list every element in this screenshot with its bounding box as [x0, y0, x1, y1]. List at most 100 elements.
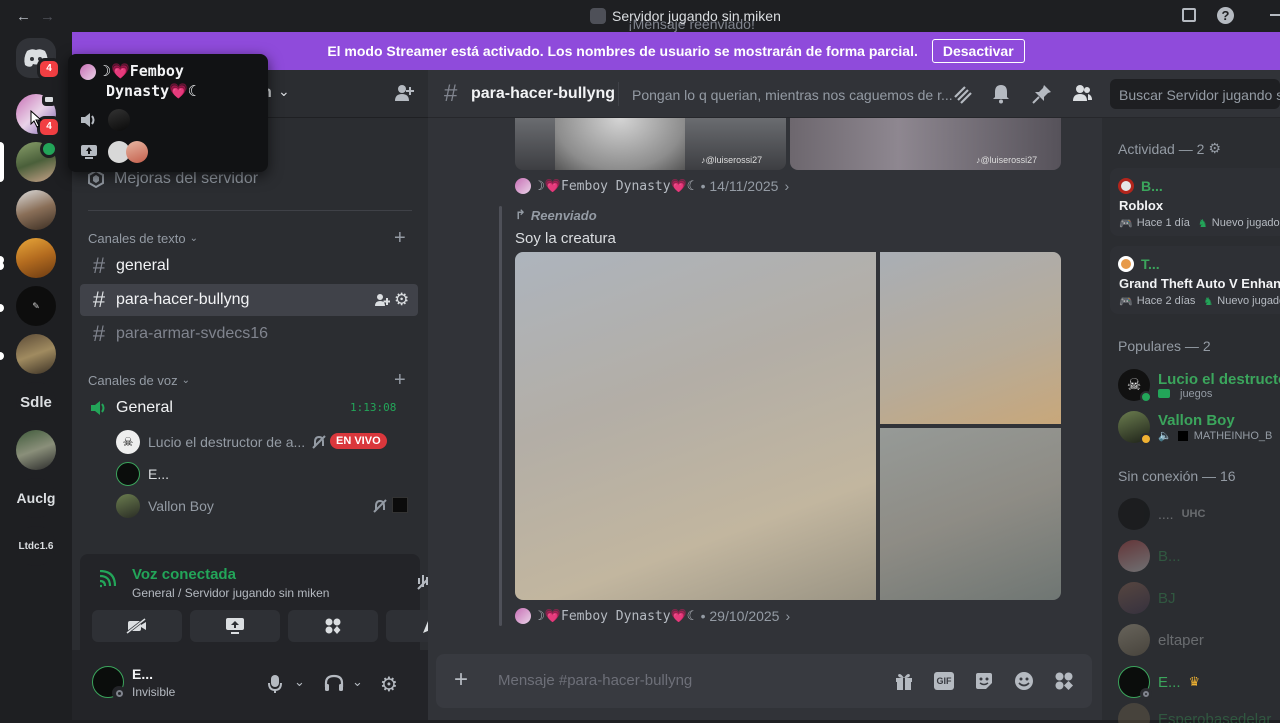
server-boosts-link[interactable]: Mejoras del servidor	[88, 170, 258, 188]
member-name: eltaper	[1158, 632, 1204, 649]
help-icon[interactable]: ?	[1217, 7, 1234, 24]
member-avatar	[1118, 666, 1150, 698]
member-row[interactable]: ☠ Lucio el destructor juegos	[1118, 364, 1280, 406]
toggle-camera-button[interactable]	[92, 610, 182, 642]
text-channels-category[interactable]: Canales de texto ⌄	[88, 231, 198, 246]
category-label: Canales de texto	[88, 231, 186, 246]
server-avatar-6[interactable]	[16, 334, 56, 374]
attachment-image-2[interactable]	[880, 252, 1061, 424]
forward-arrow-icon[interactable]: →	[40, 8, 55, 25]
invite-people-icon[interactable]	[394, 84, 414, 102]
gear-icon[interactable]: ⚙	[1208, 140, 1221, 157]
server-avatar-3[interactable]	[16, 190, 56, 230]
pinned-messages-icon[interactable]	[1032, 84, 1052, 104]
channel-header: # para-hacer-bullyng Pongan lo q querian…	[428, 70, 1280, 118]
member-row[interactable]: eltaper	[1118, 619, 1280, 661]
channel-para-armar-svdecs16[interactable]: # para-armar-svdecs16	[80, 318, 418, 350]
activity-card[interactable]: T... Grand Theft Auto V Enhanced 🎮Hace 2…	[1110, 246, 1280, 314]
channel-topic[interactable]: Pongan lo q querian, mientras nos caguem…	[632, 87, 953, 103]
inbox-icon[interactable]	[1182, 8, 1196, 22]
sticker-icon[interactable]	[974, 671, 994, 691]
threads-icon[interactable]	[952, 84, 972, 104]
user-settings-gear-icon[interactable]: ⚙	[380, 672, 398, 697]
apps-icon[interactable]	[1054, 671, 1074, 691]
chevron-down-icon[interactable]: ⌄	[294, 674, 305, 690]
add-voice-channel-icon[interactable]: +	[394, 369, 406, 392]
forward-source-line[interactable]: ☽💗Femboy Dynasty💗☾ • 29/10/2025 ›	[515, 608, 790, 624]
member-name: B...	[1158, 548, 1181, 565]
deactivate-streamer-button[interactable]: Desactivar	[932, 39, 1025, 63]
voice-channel-general[interactable]: General 1:13:08	[80, 392, 418, 424]
message-composer: + Mensaje #para-hacer-bullyng GIF	[436, 654, 1092, 708]
minimize-icon[interactable]	[1270, 14, 1280, 16]
activity-user: B...	[1141, 178, 1163, 194]
voice-user-vallon-boy[interactable]: Vallon Boy	[116, 492, 416, 520]
user-name[interactable]: E...	[132, 666, 153, 682]
member-row[interactable]: B...	[1118, 535, 1280, 577]
member-avatar: ☠	[1118, 369, 1150, 401]
notification-bell-icon[interactable]	[992, 84, 1010, 104]
message-image[interactable]: ♪@luiserossi27	[790, 118, 1061, 170]
search-bar[interactable]: Buscar Servidor jugando sin miken	[1110, 79, 1280, 109]
channel-name: para-armar-svdecs16	[116, 325, 268, 343]
message-image[interactable]: ♪@luiserossi27	[515, 118, 786, 170]
author-avatar	[515, 178, 531, 194]
category-label: Actividad — 2	[1118, 141, 1204, 157]
channel-settings-gear-icon[interactable]: ⚙	[394, 290, 409, 310]
activity-card[interactable]: B... Roblox 🎮Hace 1 día ♞Nuevo jugador	[1110, 168, 1280, 236]
headphones-icon[interactable]	[324, 674, 344, 692]
search-input[interactable]: Buscar Servidor jugando sin miken	[1119, 87, 1280, 103]
server-avatar-5[interactable]: ✎	[16, 286, 56, 326]
gamepad-icon: 🎮	[1119, 295, 1133, 308]
member-avatar	[1118, 540, 1150, 572]
voice-connected-status[interactable]: Voz conectada	[132, 566, 236, 583]
user-panel: E... Invisible ⌄ ⌄ ⚙	[72, 650, 428, 720]
attachment-image-3[interactable]	[880, 428, 1061, 600]
channel-para-hacer-bullyng[interactable]: # para-hacer-bullyng ⚙	[80, 284, 418, 316]
member-list-icon[interactable]	[1072, 84, 1092, 102]
emoji-icon[interactable]	[1014, 671, 1034, 691]
screen-share-indicator-icon	[42, 94, 56, 106]
chevron-down-icon[interactable]: ⌄	[352, 674, 363, 690]
voice-user-lucio[interactable]: ☠ Lucio el destructor de a... EN VIVO	[116, 428, 416, 456]
add-text-channel-icon[interactable]: +	[394, 227, 406, 250]
chevron-down-icon[interactable]: ⌄	[278, 83, 290, 100]
voice-channels-category[interactable]: Canales de voz⌄	[88, 373, 190, 388]
activity-tag: Nuevo jugador	[1212, 217, 1280, 230]
channel-general[interactable]: # general	[80, 250, 418, 282]
gift-icon[interactable]	[894, 671, 914, 691]
activity-game: Grand Theft Auto V Enhanced	[1119, 276, 1280, 291]
member-row[interactable]: Esperobasedelar	[1118, 703, 1280, 723]
member-row[interactable]: BJ	[1118, 577, 1280, 619]
chevron-down-icon: ⌄	[190, 233, 198, 244]
attachment-image-1[interactable]	[515, 252, 876, 600]
activity-icon	[392, 497, 408, 513]
create-invite-icon[interactable]	[374, 292, 390, 308]
back-arrow-icon[interactable]: ←	[16, 8, 31, 25]
share-screen-button[interactable]	[190, 610, 280, 642]
popular-category: Populares — 2	[1118, 338, 1211, 354]
microphone-icon[interactable]	[268, 674, 282, 694]
member-row[interactable]: .... UHC	[1118, 493, 1280, 535]
crown-icon: ♛	[1189, 674, 1201, 690]
divider	[618, 82, 619, 106]
image-watermark: ♪@luiserossi27	[976, 155, 1037, 165]
member-row[interactable]: E... ♛	[1118, 661, 1280, 703]
voice-location[interactable]: General / Servidor jugando sin miken	[132, 586, 329, 600]
server-ltdc[interactable]: Ltdc1.6	[16, 526, 56, 566]
unread-pill	[0, 304, 4, 312]
message-input[interactable]: Mensaje #para-hacer-bullyng	[498, 672, 692, 689]
server-sdle[interactable]: Sdle	[16, 382, 56, 422]
server-avatar-4[interactable]	[16, 238, 56, 278]
image-watermark: ♪@luiserossi27	[701, 155, 762, 165]
hash-icon: #	[444, 80, 457, 108]
speaker-icon: 🔈	[1158, 429, 1172, 442]
server-avatar-8[interactable]	[16, 430, 56, 470]
forward-source-line[interactable]: ☽💗Femboy Dynasty💗☾ • 14/11/2025 ›	[515, 178, 789, 194]
activities-button[interactable]	[288, 610, 378, 642]
server-auclg[interactable]: Auclg	[16, 478, 56, 518]
member-row[interactable]: Vallon Boy 🔈MATHEINHO_B	[1118, 406, 1280, 448]
voice-user-e[interactable]: E...	[116, 460, 169, 488]
gif-icon[interactable]: GIF	[934, 672, 954, 690]
attach-plus-icon[interactable]: +	[454, 666, 468, 694]
